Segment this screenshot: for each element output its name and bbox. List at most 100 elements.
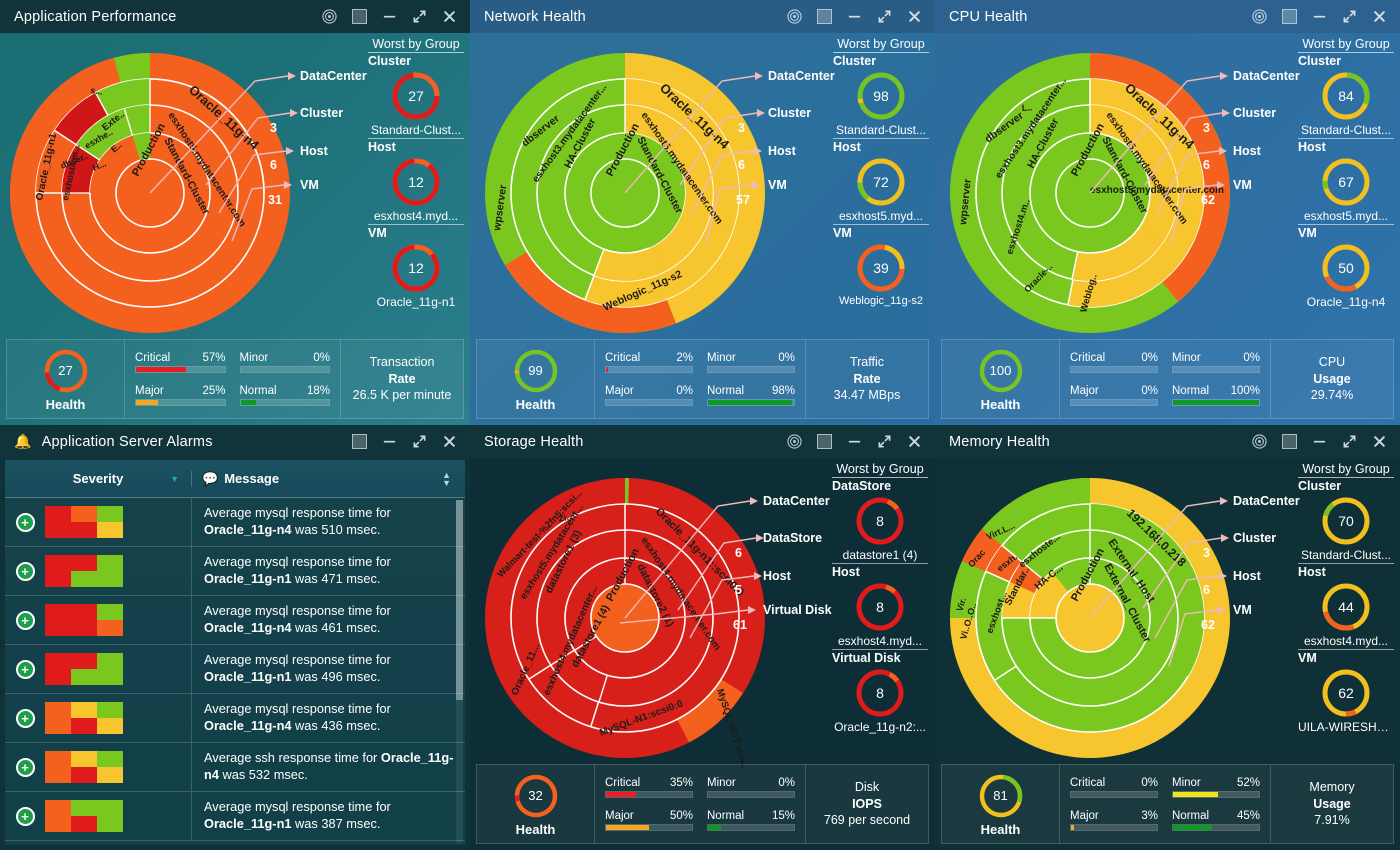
worst-ring[interactable]: 50 bbox=[1320, 242, 1372, 294]
expand-icon[interactable] bbox=[873, 6, 895, 28]
minimize-icon[interactable] bbox=[1308, 6, 1330, 28]
hierarchy-count: 3 bbox=[738, 121, 745, 135]
worst-ring[interactable]: 98 bbox=[855, 70, 907, 122]
worst-ring[interactable]: 8 bbox=[854, 667, 906, 719]
close-icon[interactable] bbox=[1368, 431, 1390, 453]
target-icon[interactable] bbox=[1248, 431, 1270, 453]
worst-group-label: Host bbox=[1298, 140, 1326, 154]
worst-ring[interactable]: 39 bbox=[855, 242, 907, 294]
bar-pct: 0% bbox=[1141, 352, 1158, 364]
scrollbar-thumb[interactable] bbox=[456, 500, 463, 700]
expand-icon[interactable] bbox=[1338, 6, 1360, 28]
expand-row-button[interactable]: + bbox=[5, 757, 45, 777]
restore-icon[interactable] bbox=[348, 6, 370, 28]
worst-ring[interactable]: 27 bbox=[390, 70, 442, 122]
chart-body-cpu-health: Oracle_11g-n4 esxhost5.mydatacenter.com … bbox=[935, 33, 1400, 336]
worst-ring[interactable]: 44 bbox=[1320, 581, 1372, 633]
bar-label: Minor bbox=[1172, 777, 1201, 789]
table-row[interactable]: + Average mysql response time for Oracle… bbox=[5, 645, 465, 694]
msg-entity: Oracle_11g-n1 bbox=[204, 669, 292, 684]
restore-icon[interactable] bbox=[813, 431, 835, 453]
bar-fill bbox=[606, 792, 637, 797]
expand-row-button[interactable]: + bbox=[5, 806, 45, 826]
worst-value: 44 bbox=[1338, 599, 1354, 615]
worst-ring[interactable]: 70 bbox=[1320, 495, 1372, 547]
expand-row-button[interactable]: + bbox=[5, 512, 45, 532]
worst-name: Oracle_11g-n1 bbox=[376, 295, 456, 309]
worst-group-label: Cluster bbox=[368, 54, 412, 68]
target-icon[interactable] bbox=[1248, 6, 1270, 28]
table-row[interactable]: + Average mysql response time for Oracle… bbox=[5, 596, 465, 645]
titlebar-application-performance: Application Performance bbox=[0, 0, 470, 33]
worst-group-label: VM bbox=[833, 226, 852, 240]
worst-ring[interactable]: 67 bbox=[1320, 156, 1372, 208]
sort-icon[interactable]: ▲ ▼ bbox=[442, 470, 451, 487]
worst-ring[interactable]: 84 bbox=[1320, 70, 1372, 122]
target-icon[interactable] bbox=[783, 431, 805, 453]
worst-ring[interactable]: 12 bbox=[390, 242, 442, 294]
bar-critical: Critical 35% bbox=[605, 773, 693, 802]
restore-icon[interactable] bbox=[1278, 431, 1300, 453]
restore-icon[interactable] bbox=[1278, 6, 1300, 28]
titlebar-cpu-health: CPU Health bbox=[935, 0, 1400, 33]
bar-label: Minor bbox=[1172, 352, 1201, 364]
minimize-icon[interactable] bbox=[1308, 431, 1330, 453]
hierarchy-label: Cluster bbox=[1233, 106, 1277, 120]
target-icon[interactable] bbox=[318, 6, 340, 28]
alarms-table[interactable]: Severity ▼ 💬 Message ▲ ▼ + Average mysql … bbox=[5, 460, 465, 845]
table-row[interactable]: + Average ssh response time for Oracle_1… bbox=[5, 743, 465, 792]
expand-icon[interactable] bbox=[408, 431, 430, 453]
severity-cell bbox=[45, 604, 191, 636]
hierarchy-label: Host bbox=[768, 144, 796, 158]
close-icon[interactable] bbox=[438, 6, 460, 28]
expand-row-button[interactable]: + bbox=[5, 610, 45, 630]
restore-icon[interactable] bbox=[348, 431, 370, 453]
expand-icon[interactable] bbox=[1338, 431, 1360, 453]
bar-minor: Minor 0% bbox=[707, 773, 795, 802]
expand-row-button[interactable]: + bbox=[5, 708, 45, 728]
close-icon[interactable] bbox=[903, 6, 925, 28]
column-header-message[interactable]: 💬 Message ▲ ▼ bbox=[191, 470, 465, 487]
minimize-icon[interactable] bbox=[378, 431, 400, 453]
table-row[interactable]: + Average mysql response time for Oracle… bbox=[5, 547, 465, 596]
close-icon[interactable] bbox=[438, 431, 460, 453]
worst-ring[interactable]: 8 bbox=[854, 581, 906, 633]
rate-line2: Rate bbox=[853, 371, 881, 386]
health-value: 99 bbox=[528, 363, 543, 378]
restore-icon[interactable] bbox=[813, 6, 835, 28]
worst-ring[interactable]: 62 bbox=[1320, 667, 1372, 719]
hierarchy-count: 57 bbox=[736, 193, 750, 207]
worst-ring[interactable]: 72 bbox=[855, 156, 907, 208]
minimize-icon[interactable] bbox=[378, 6, 400, 28]
table-row[interactable]: + Average mysql response time for Oracle… bbox=[5, 792, 465, 841]
table-row[interactable]: + Average mysql response time for Oracle… bbox=[5, 498, 465, 547]
close-icon[interactable] bbox=[903, 431, 925, 453]
worst-group-label: Host bbox=[833, 140, 861, 154]
panel-title: Network Health bbox=[484, 8, 586, 25]
minimize-icon[interactable] bbox=[843, 6, 865, 28]
health-label: Health bbox=[45, 396, 86, 412]
expand-icon[interactable] bbox=[873, 431, 895, 453]
minimize-icon[interactable] bbox=[843, 431, 865, 453]
worst-header: Worst by Group bbox=[368, 37, 464, 53]
close-icon[interactable] bbox=[1368, 6, 1390, 28]
alarms-rows: + Average mysql response time for Oracle… bbox=[5, 498, 465, 841]
expand-row-button[interactable]: + bbox=[5, 659, 45, 679]
worst-group-label: Cluster bbox=[1298, 479, 1342, 493]
worst-ring[interactable]: 12 bbox=[390, 156, 442, 208]
chevron-down-icon[interactable]: ▼ bbox=[170, 474, 179, 484]
worst-by-group-memory: Worst by Group Cluster 70 Standard-Clust… bbox=[1298, 462, 1394, 735]
msg-entity: Oracle_11g-n4 bbox=[204, 522, 292, 537]
target-icon[interactable] bbox=[783, 6, 805, 28]
worst-group-label: DataStore bbox=[832, 479, 892, 493]
vertical-scrollbar[interactable] bbox=[456, 500, 463, 843]
column-header-severity[interactable]: Severity ▼ bbox=[5, 471, 191, 486]
worst-name: esxhost5.myd... bbox=[1298, 209, 1394, 225]
worst-ring[interactable]: 8 bbox=[854, 495, 906, 547]
bar-pct: 0% bbox=[676, 385, 693, 397]
rate-line3: 7.91% bbox=[1314, 813, 1350, 828]
expand-row-button[interactable]: + bbox=[5, 561, 45, 581]
expand-icon[interactable] bbox=[408, 6, 430, 28]
health-label: Health bbox=[515, 821, 556, 837]
table-row[interactable]: + Average mysql response time for Oracle… bbox=[5, 694, 465, 743]
